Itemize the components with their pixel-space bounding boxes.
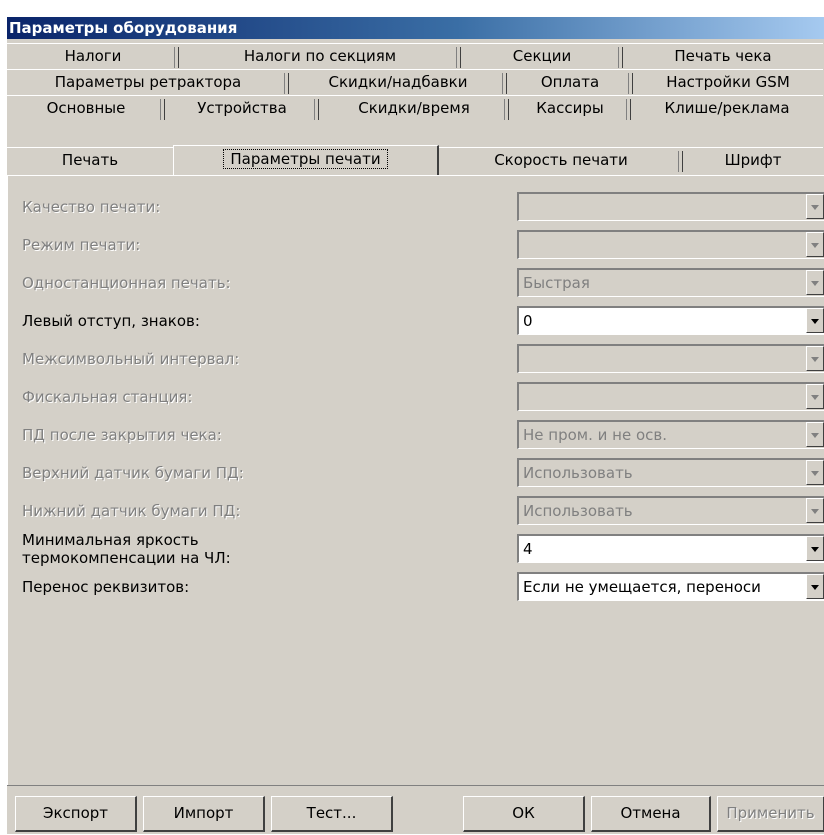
chevron-down-icon[interactable] xyxy=(806,232,824,257)
chevron-down-icon[interactable] xyxy=(806,460,824,485)
chevron-down-icon[interactable] xyxy=(806,498,824,523)
field-value: Не пром. и не осв. xyxy=(523,426,667,444)
tab-section-taxes[interactable]: Налоги по секциям xyxy=(179,43,461,69)
tab-main[interactable]: Основные xyxy=(7,95,165,121)
field-min-brightness: Минимальная яркость термокомпенсации на … xyxy=(22,531,824,567)
chevron-down-icon[interactable] xyxy=(806,384,824,409)
requisite-wrap-select[interactable]: Если не умещается, переноси xyxy=(517,572,824,601)
field-char-spacing: Межсимвольный интервал: xyxy=(22,342,824,374)
field-value: Если не умещается, переноси xyxy=(523,578,761,596)
field-value: 0 xyxy=(523,312,533,330)
window-title: Параметры оборудования xyxy=(7,17,824,39)
single-station-print-select[interactable]: Быстрая xyxy=(517,268,824,297)
test-button[interactable]: Тест... xyxy=(271,796,393,832)
field-print-mode: Режим печати: xyxy=(22,228,824,260)
field-left-margin: Левый отступ, знаков: 0 xyxy=(22,304,824,336)
lower-paper-sensor-select[interactable]: Использовать xyxy=(517,496,824,525)
field-label: Минимальная яркость термокомпенсации на … xyxy=(22,531,231,567)
tab-payment[interactable]: Оплата xyxy=(507,69,633,95)
chevron-down-icon[interactable] xyxy=(806,346,824,371)
field-single-station-print: Одностанционная печать: Быстрая xyxy=(22,266,824,298)
min-brightness-select[interactable]: 4 xyxy=(517,534,824,563)
chevron-down-icon[interactable] xyxy=(806,574,824,599)
field-label: Режим печати: xyxy=(22,236,141,254)
tab-gsm-settings[interactable]: Настройки GSM xyxy=(633,69,823,95)
field-fiscal-station: Фискальная станция: xyxy=(22,380,824,412)
field-label: Одностанционная печать: xyxy=(22,274,231,292)
fiscal-station-select[interactable] xyxy=(517,382,824,411)
chevron-down-icon[interactable] xyxy=(806,422,824,447)
print-quality-select[interactable] xyxy=(517,192,824,221)
chevron-down-icon[interactable] xyxy=(806,194,824,219)
apply-button: Применить xyxy=(717,796,824,832)
char-spacing-select[interactable] xyxy=(517,344,824,373)
ok-button[interactable]: ОК xyxy=(463,796,585,832)
tab-print[interactable]: Печать xyxy=(7,147,173,173)
pd-after-close-select[interactable]: Не пром. и не осв. xyxy=(517,420,824,449)
field-value: Использовать xyxy=(523,464,633,482)
tab-devices[interactable]: Устройства xyxy=(165,95,319,121)
field-label: Межсимвольный интервал: xyxy=(22,350,240,368)
field-label: Верхний датчик бумаги ПД: xyxy=(22,464,244,482)
tab-cashiers[interactable]: Кассиры xyxy=(509,95,631,121)
tab-receipt-print[interactable]: Печать чека xyxy=(623,43,823,69)
field-label: ПД после закрытия чека: xyxy=(22,426,222,444)
field-label-line-2: термокомпенсации на ЧЛ: xyxy=(22,549,231,567)
tab-sections[interactable]: Секции xyxy=(461,43,623,69)
import-button[interactable]: Импорт xyxy=(143,796,265,832)
equipment-settings-window: Параметры оборудования Налоги Налоги по … xyxy=(6,16,824,834)
field-print-quality: Качество печати: xyxy=(22,190,824,222)
tab-print-params[interactable]: Параметры печати xyxy=(173,145,439,175)
field-value: 4 xyxy=(523,540,533,558)
left-margin-select[interactable]: 0 xyxy=(517,306,824,335)
field-label: Фискальная станция: xyxy=(22,388,193,406)
field-label: Левый отступ, знаков: xyxy=(22,312,200,330)
field-value: Быстрая xyxy=(523,274,590,292)
print-mode-select[interactable] xyxy=(517,230,824,259)
print-params-panel: Качество печати: Режим печати: Одностанц… xyxy=(7,175,824,785)
tab-font[interactable]: Шрифт xyxy=(683,147,823,173)
tab-discounts-surcharges[interactable]: Скидки/надбавки xyxy=(289,69,507,95)
dialog-footer: Экспорт Импорт Тест... ОК Отмена Примени… xyxy=(7,785,824,835)
tab-retractor-params[interactable]: Параметры ретрактора xyxy=(7,69,289,95)
field-requisite-wrap: Перенос реквизитов: Если не умещается, п… xyxy=(22,570,824,602)
upper-paper-sensor-select[interactable]: Использовать xyxy=(517,458,824,487)
cancel-button[interactable]: Отмена xyxy=(591,796,711,832)
field-label: Нижний датчик бумаги ПД: xyxy=(22,502,241,520)
field-value: Использовать xyxy=(523,502,633,520)
tab-cliche-ads[interactable]: Клише/реклама xyxy=(631,95,823,121)
chevron-down-icon[interactable] xyxy=(806,308,824,333)
field-lower-paper-sensor: Нижний датчик бумаги ПД: Использовать xyxy=(22,494,824,526)
field-label: Перенос реквизитов: xyxy=(22,578,190,596)
tab-discounts-time[interactable]: Скидки/время xyxy=(319,95,509,121)
tab-print-speed[interactable]: Скорость печати xyxy=(439,147,683,173)
field-label-line-1: Минимальная яркость xyxy=(22,531,199,549)
field-label: Качество печати: xyxy=(22,198,161,216)
export-button[interactable]: Экспорт xyxy=(15,796,137,832)
chevron-down-icon[interactable] xyxy=(806,270,824,295)
tab-taxes[interactable]: Налоги xyxy=(7,43,179,69)
chevron-down-icon[interactable] xyxy=(806,536,824,561)
field-pd-after-close: ПД после закрытия чека: Не пром. и не ос… xyxy=(22,418,824,450)
field-upper-paper-sensor: Верхний датчик бумаги ПД: Использовать xyxy=(22,456,824,488)
